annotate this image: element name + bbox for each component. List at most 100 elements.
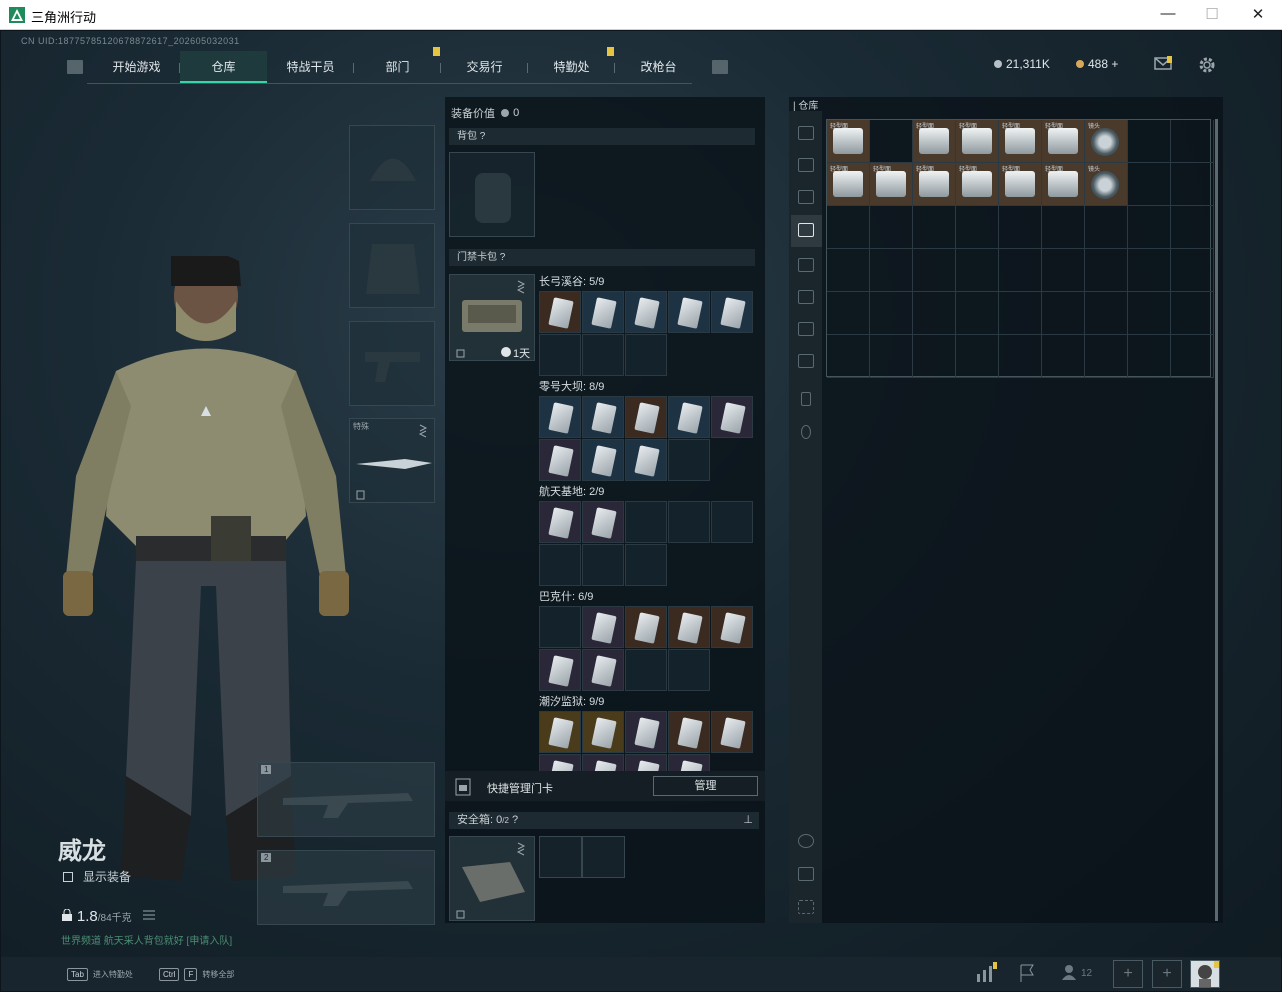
warehouse-item[interactable]: 镜头 [1085, 120, 1128, 163]
warehouse-cell[interactable] [999, 335, 1042, 378]
warehouse-cell[interactable] [1085, 249, 1128, 292]
warehouse-item[interactable]: 轻型面 [999, 163, 1042, 206]
checkbox[interactable] [63, 871, 73, 882]
keycard-item[interactable] [539, 501, 581, 543]
warehouse-cell[interactable] [827, 249, 870, 292]
warehouse-cell[interactable] [870, 249, 913, 292]
tab-gunsmith[interactable]: 改枪台 [615, 51, 702, 83]
tab-market[interactable]: 交易行 [441, 51, 528, 83]
warehouse-cell[interactable] [1128, 163, 1171, 206]
warehouse-cell[interactable] [913, 206, 956, 249]
keycard-item[interactable] [625, 396, 667, 438]
empty-card-cell[interactable] [625, 334, 667, 376]
empty-card-cell[interactable] [539, 334, 581, 376]
warehouse-cell[interactable] [1128, 335, 1171, 378]
warehouse-tab-icon[interactable] [798, 158, 814, 172]
keycard-item[interactable] [539, 396, 581, 438]
warehouse-item[interactable]: 轻型面 [827, 120, 870, 163]
empty-card-cell[interactable] [711, 501, 753, 543]
warehouse-cell[interactable] [913, 335, 956, 378]
keycard-item[interactable] [582, 396, 624, 438]
keycard-item[interactable] [539, 649, 581, 691]
manage-button[interactable]: 管理 [653, 776, 758, 796]
keycard-item[interactable] [582, 291, 624, 333]
warehouse-cell[interactable] [870, 120, 913, 163]
safebox-slot[interactable] [449, 836, 535, 921]
warehouse-cell[interactable] [1085, 335, 1128, 378]
keycard-item[interactable] [539, 711, 581, 753]
tab-start-game[interactable]: 开始游戏 [93, 51, 180, 83]
keycard-item[interactable] [582, 649, 624, 691]
warehouse-cell[interactable] [827, 292, 870, 335]
gold-currency[interactable]: 488 + [1076, 57, 1118, 71]
empty-card-cell[interactable] [625, 544, 667, 586]
nav-next-button[interactable] [712, 60, 728, 74]
keycard-item[interactable] [711, 606, 753, 648]
warehouse-item[interactable]: 轻型面 [827, 163, 870, 206]
keycard-item[interactable] [539, 439, 581, 481]
warehouse-cell[interactable] [956, 249, 999, 292]
warehouse-cell[interactable] [827, 206, 870, 249]
minimize-button[interactable]: — [1153, 5, 1183, 22]
warehouse-cell[interactable] [1128, 120, 1171, 163]
tab-warehouse[interactable]: 仓库 [180, 51, 267, 83]
warehouse-item[interactable]: 轻型面 [870, 163, 913, 206]
warehouse-cell[interactable] [870, 206, 913, 249]
keycard-item[interactable] [668, 291, 710, 333]
warehouse-tab-icon[interactable] [798, 354, 814, 368]
keycard-item[interactable] [625, 606, 667, 648]
warehouse-cell[interactable] [1042, 335, 1085, 378]
warehouse-item[interactable]: 轻型面 [1042, 120, 1085, 163]
warehouse-cell[interactable] [1042, 249, 1085, 292]
empty-card-cell[interactable] [582, 544, 624, 586]
keycard-item[interactable] [711, 396, 753, 438]
backpack-slot[interactable] [449, 152, 535, 237]
empty-card-cell[interactable] [582, 334, 624, 376]
enter-special-ops-hint[interactable]: Tab 进入特勤处 [67, 968, 133, 981]
warehouse-cell[interactable] [999, 292, 1042, 335]
keycard-item[interactable] [582, 606, 624, 648]
keycard-item[interactable] [582, 439, 624, 481]
warehouse-cell[interactable] [999, 249, 1042, 292]
gear-icon[interactable] [1198, 56, 1216, 73]
warehouse-tab-icon[interactable] [798, 290, 814, 304]
warehouse-cell[interactable] [1042, 292, 1085, 335]
keycard-item[interactable] [711, 711, 753, 753]
warehouse-cell[interactable] [1171, 120, 1214, 163]
warehouse-cell[interactable] [870, 292, 913, 335]
armor-slot[interactable] [349, 223, 435, 308]
friends-icon[interactable]: 12 [1059, 962, 1099, 986]
nav-prev-button[interactable] [67, 60, 83, 74]
warehouse-cell[interactable] [999, 206, 1042, 249]
flag-icon[interactable] [1015, 962, 1043, 986]
keycard-item[interactable] [582, 711, 624, 753]
warehouse-scrollbar[interactable] [1215, 119, 1218, 921]
empty-card-cell[interactable] [625, 501, 667, 543]
keycard-item[interactable] [625, 439, 667, 481]
avatar[interactable] [1190, 960, 1220, 988]
warehouse-tab-icon[interactable] [798, 322, 814, 336]
helmet-slot[interactable] [349, 125, 435, 210]
keycard-item[interactable] [668, 606, 710, 648]
add-teammate-button[interactable]: + [1113, 960, 1143, 988]
warehouse-cell[interactable] [913, 292, 956, 335]
stack-icon[interactable] [798, 867, 814, 881]
warehouse-item[interactable]: 轻型面 [956, 163, 999, 206]
warehouse-cell[interactable] [1085, 206, 1128, 249]
chat-tip[interactable]: 世界频道 航天采人背包就好 [申请入队] [61, 932, 232, 947]
warehouse-cell[interactable] [1085, 292, 1128, 335]
warehouse-cell[interactable] [870, 335, 913, 378]
warehouse-cell[interactable] [956, 206, 999, 249]
tab-special-ops[interactable]: 特勤处 [528, 47, 615, 83]
keycard-item[interactable] [668, 396, 710, 438]
empty-card-cell[interactable] [539, 606, 581, 648]
warehouse-cell[interactable] [1042, 206, 1085, 249]
warehouse-tab-icon[interactable] [798, 126, 814, 140]
warehouse-tab-icon[interactable] [798, 223, 814, 237]
empty-card-cell[interactable] [539, 544, 581, 586]
tab-department[interactable]: 部门 [354, 47, 441, 83]
pin-icon[interactable]: ⊥ [743, 812, 753, 829]
warehouse-cell[interactable] [1128, 249, 1171, 292]
stats-icon[interactable] [973, 962, 1001, 986]
empty-card-cell[interactable] [668, 501, 710, 543]
